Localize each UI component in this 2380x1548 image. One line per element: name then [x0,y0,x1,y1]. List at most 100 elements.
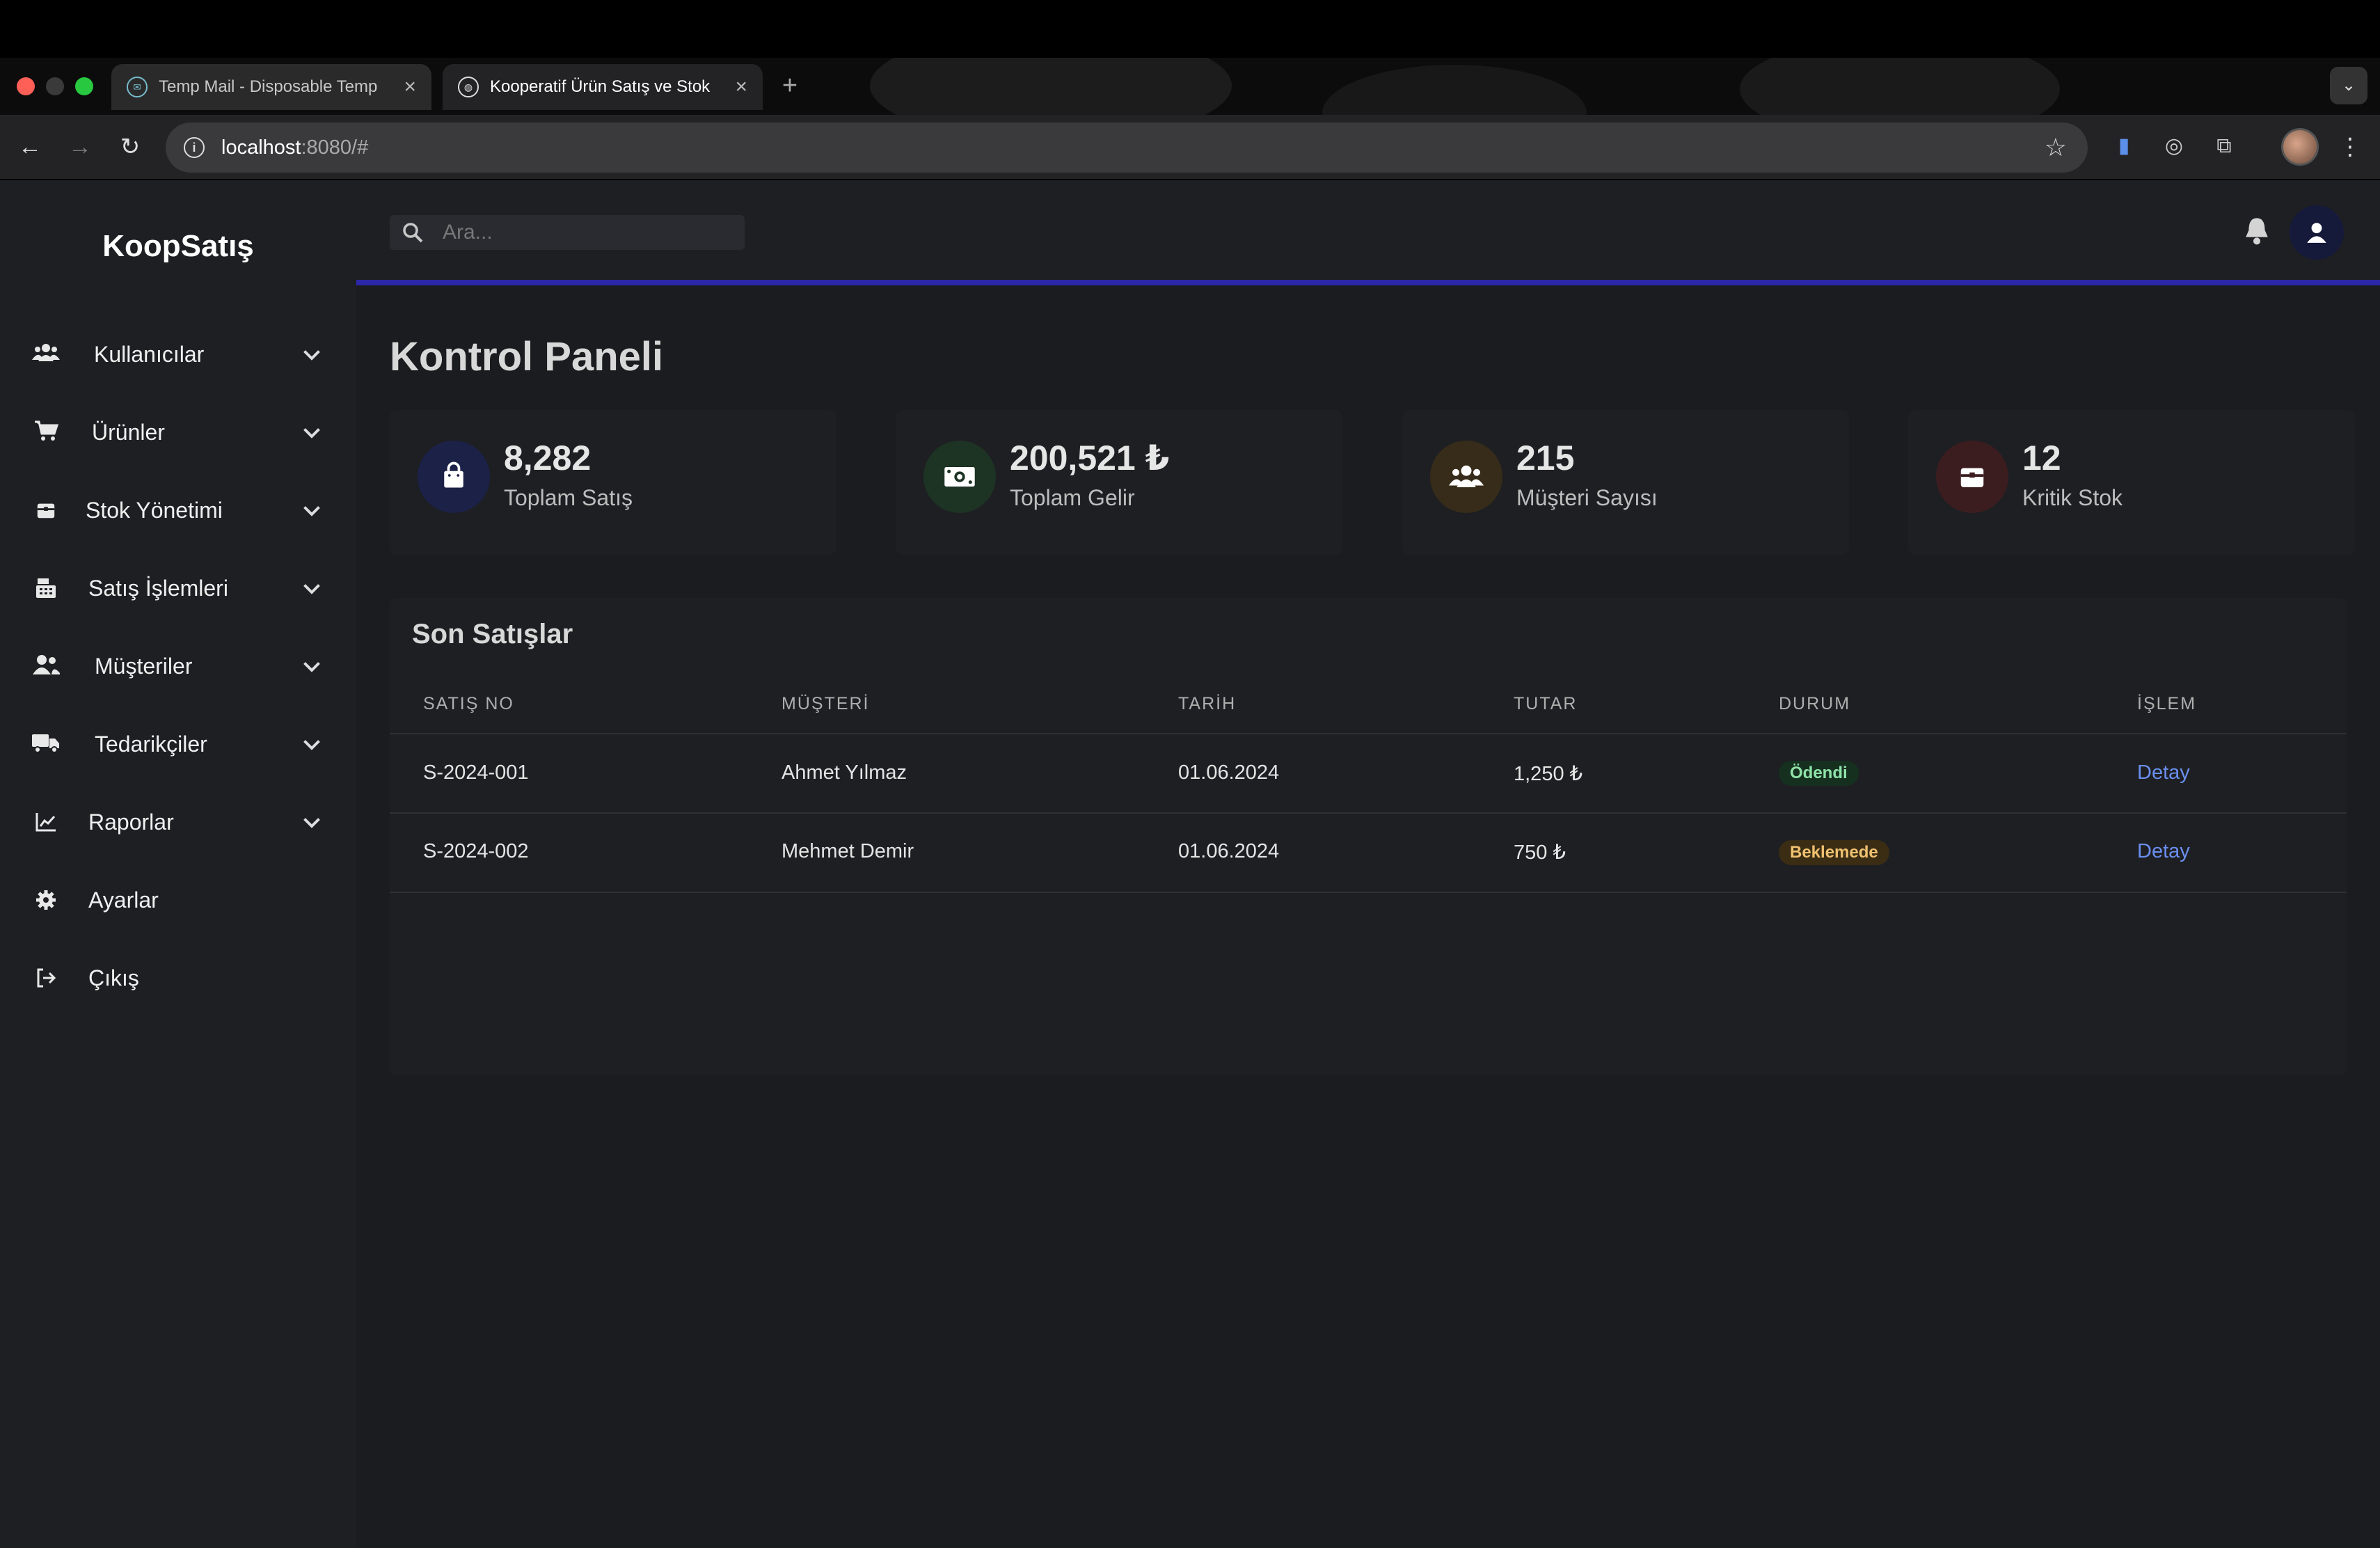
stat-icon-bg [923,441,996,513]
cart-icon [35,420,59,441]
detail-link[interactable]: Detay [2137,761,2190,784]
logout-icon [37,968,56,988]
accent-bar [356,280,2380,285]
box-icon [37,503,55,519]
amount-cell: 750 ₺ [1514,842,1566,864]
sidebar-item-label: Stok Yönetimi [86,497,223,523]
recent-sales-panel: Son Satışlar SATIŞ NO MÜŞTERİ TARİH TUTA… [390,598,2347,1075]
status-badge: Beklemede [1779,840,1889,865]
sidebar-item-label: Satış İşlemleri [88,575,228,601]
page-title: Kontrol Paneli [390,334,664,379]
gear-icon [36,890,56,910]
sidebar-item-raporlar[interactable]: Raporlar [0,794,356,850]
window-maximize-button[interactable] [75,77,93,95]
sidebar-item-kullanicilar[interactable]: Kullanıcılar [0,326,356,382]
extension-icon[interactable]: ▮ [2110,132,2138,160]
globe-favicon-icon: ◍ [458,77,479,97]
sidebar-item-urunler[interactable]: Ürünler [0,404,356,460]
chevron-down-icon [303,506,320,516]
notification-bell-icon[interactable] [2241,215,2273,247]
sidebar-item-musteriler[interactable]: Müşteriler [0,638,356,694]
sidebar-item-tedarikciler[interactable]: Tedarikçiler [0,716,356,772]
column-header: TARİH [1178,694,1237,713]
site-info-icon[interactable]: i [184,137,205,158]
app: KoopSatış Kullanıcılar Ürünler Stok Yöne… [0,180,2380,1548]
detail-link[interactable]: Detay [2137,840,2190,863]
sidebar-item-cikis[interactable]: Çıkış [0,950,356,1006]
tempmail-favicon-icon: ✉ [127,77,148,97]
divider [390,733,2347,734]
brand-logo[interactable]: KoopSatış [0,229,356,264]
extensions-puzzle-icon[interactable]: ⧉ [2210,132,2238,160]
date-cell: 01.06.2024 [1178,761,1280,784]
extension-glasses-icon[interactable]: ◎ [2160,132,2188,160]
sidebar-item-label: Müşteriler [95,653,193,679]
new-tab-button[interactable]: + [774,70,806,102]
browser-menu-icon[interactable]: ⋮ [2338,131,2362,163]
sidebar-item-label: Ayarlar [88,887,159,913]
column-header: SATIŞ NO [423,694,514,713]
chevron-down-icon [303,818,320,828]
chevron-down-icon [303,740,320,750]
column-header: İŞLEM [2137,694,2197,713]
amount-cell: 1,250 ₺ [1514,763,1583,785]
sidebar-item-satis-islemleri[interactable]: Satış İşlemleri [0,560,356,616]
stat-value: 8,282 [504,439,592,477]
browser-tab-tempmail[interactable]: ✉ Temp Mail - Disposable Temp × [111,64,431,110]
tab-title: Kooperatif Ürün Satış ve Stok [490,77,711,96]
search-box[interactable] [390,215,745,250]
sidebar: KoopSatış Kullanıcılar Ürünler Stok Yöne… [0,180,356,1548]
window-minimize-button[interactable] [46,77,64,95]
browser-tab-koop[interactable]: ◍ Kooperatif Ürün Satış ve Stok × [443,64,763,110]
customer-cell: Ahmet Yılmaz [782,761,907,784]
divider [390,892,2347,893]
chart-line-icon [35,813,56,832]
stat-card-customer-count: 215 Müşteri Sayısı [1402,410,1849,555]
sale-no-cell: S-2024-001 [423,761,529,784]
chevron-down-icon [303,662,320,672]
profile-avatar[interactable] [2281,128,2319,166]
divider [390,812,2347,814]
cash-register-icon [36,578,56,598]
sale-no-cell: S-2024-002 [423,840,529,862]
stat-icon-bg [1430,441,1502,513]
users-icon [32,344,60,361]
box-icon [1960,468,1984,487]
column-header: TUTAR [1514,694,1578,713]
section-title: Son Satışlar [412,619,573,649]
users-icon [1449,465,1484,487]
date-cell: 01.06.2024 [1178,840,1280,862]
url-text: localhost:8080/# [221,136,369,159]
stat-label: Müşteri Sayısı [1516,485,1658,510]
reload-button[interactable]: ↻ [114,131,146,163]
user-menu-button[interactable] [2290,205,2344,260]
tab-close-icon[interactable]: × [735,75,747,99]
column-header: MÜŞTERİ [782,694,870,713]
tab-search-button[interactable]: ⌄ [2330,67,2367,104]
tab-close-icon[interactable]: × [404,75,416,99]
user-icon [2307,223,2326,243]
bookmark-star-icon[interactable]: ☆ [2045,133,2067,162]
chevron-down-icon [303,584,320,594]
sidebar-item-label: Çıkış [88,965,139,990]
back-button[interactable]: ← [14,131,46,163]
address-bar[interactable]: i localhost:8080/# ☆ [166,123,2088,173]
forward-button[interactable]: → [64,131,96,163]
search-icon [403,223,423,243]
sidebar-item-label: Tedarikçiler [95,731,207,757]
money-icon [944,466,975,487]
sidebar-item-stok-yonetimi[interactable]: Stok Yönetimi [0,482,356,538]
stat-value: 12 [2022,439,2061,477]
sidebar-item-label: Ürünler [92,419,165,445]
stat-card-critical-stock: 12 Kritik Stok [1908,410,2355,555]
stat-value: 200,521 ₺ [1010,439,1170,477]
stat-value: 215 [1516,439,1575,477]
chevron-down-icon [303,428,320,439]
user-group-icon [33,655,60,674]
window-close-button[interactable] [17,77,35,95]
search-input[interactable] [443,215,735,250]
sidebar-item-ayarlar[interactable]: Ayarlar [0,872,356,928]
sidebar-item-label: Kullanıcılar [94,341,205,367]
column-header: DURUM [1779,694,1851,713]
chevron-down-icon [303,350,320,361]
